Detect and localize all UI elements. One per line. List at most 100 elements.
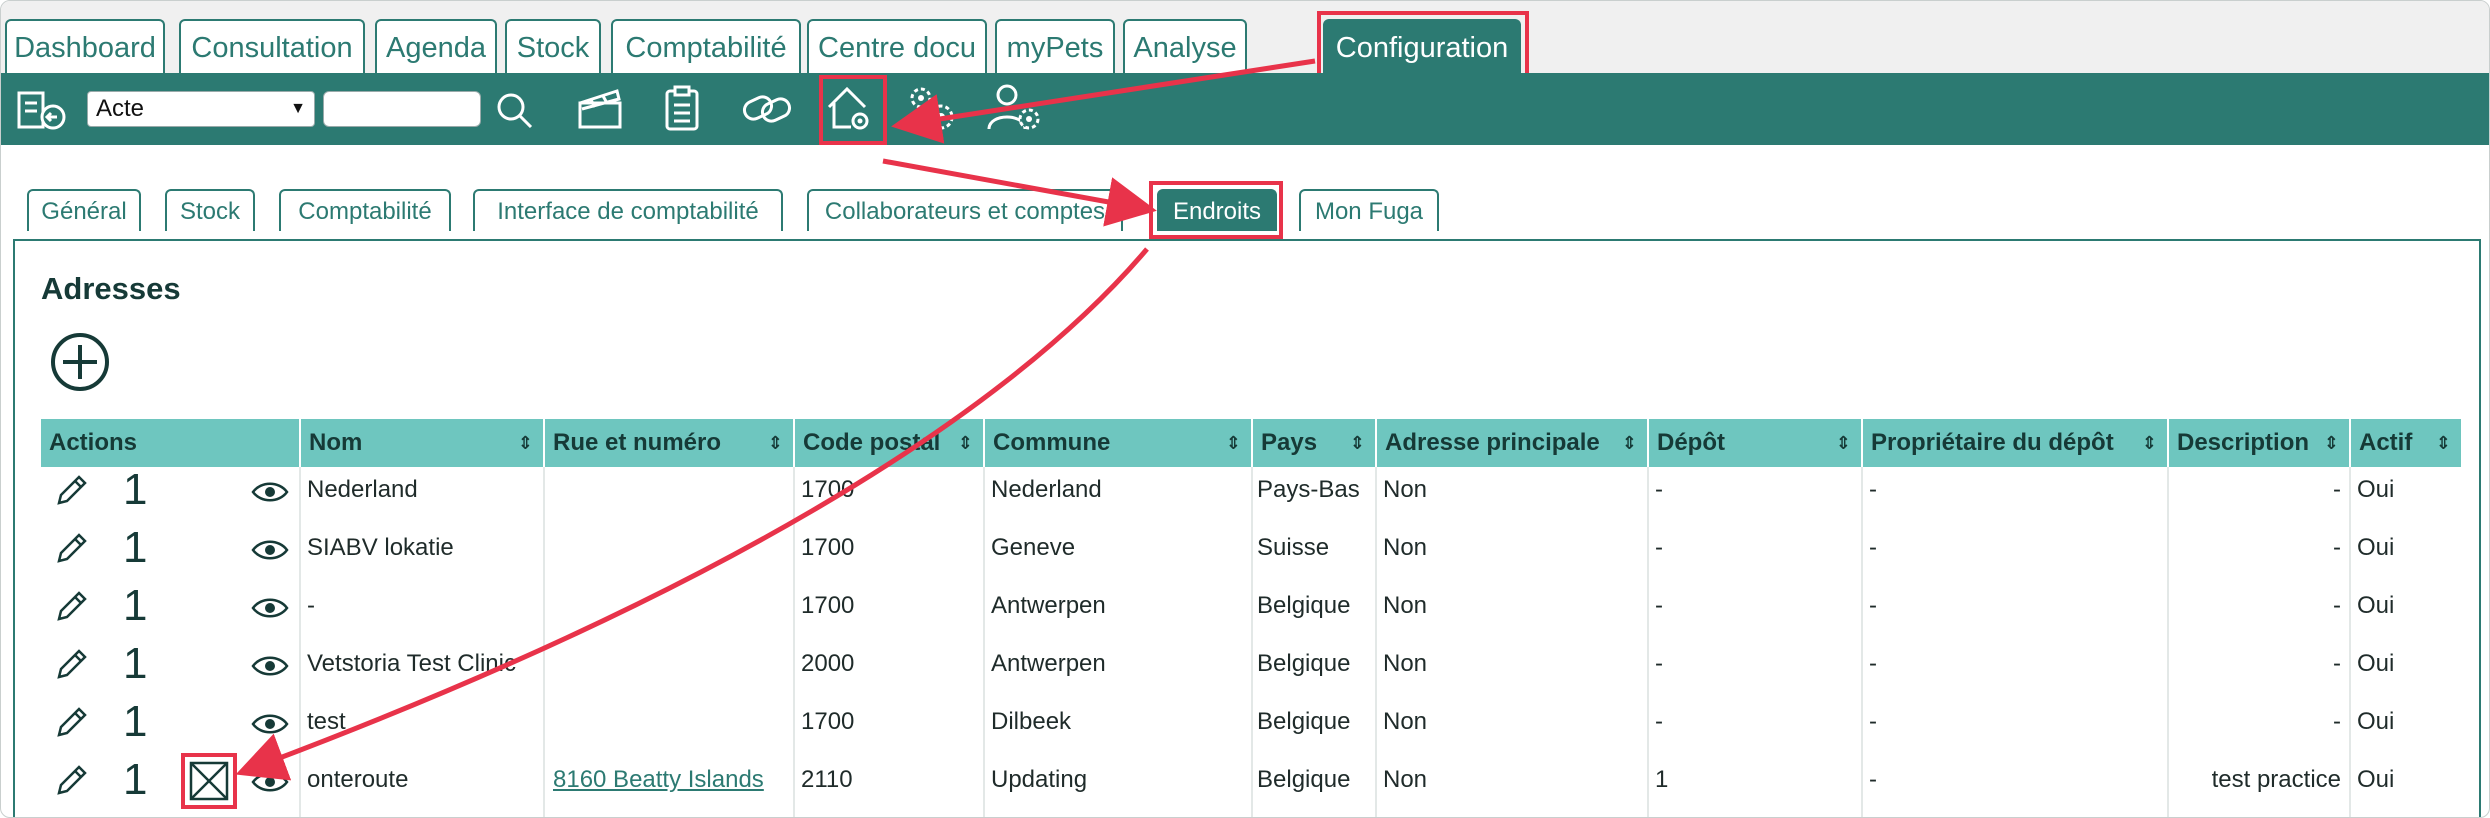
search-input[interactable] [323, 91, 481, 127]
row-count: 1 [123, 465, 148, 514]
sort-icon: ⇕ [767, 433, 783, 453]
cell-adresse-principale: Non [1383, 534, 1428, 561]
sort-icon: ⇕ [2141, 433, 2157, 453]
cell-nom: onteroute [307, 766, 409, 793]
cell-actif: Oui [2357, 476, 2395, 503]
col-header-commune[interactable]: Commune ⇕ [983, 419, 1251, 467]
chevron-down-icon: ▼ [290, 100, 306, 117]
home-settings-icon[interactable] [825, 83, 873, 133]
cell-commune: Nederland [991, 476, 1102, 503]
pencil-icon[interactable] [53, 703, 91, 741]
row-count: 1 [123, 581, 148, 630]
table-row [41, 577, 2461, 635]
eye-icon[interactable] [251, 537, 289, 563]
sort-icon: ⇕ [1349, 433, 1365, 453]
sort-icon: ⇕ [1835, 433, 1851, 453]
subtab-interface-comptabilite[interactable]: Interface de comptabilité [473, 189, 783, 231]
tab-stock[interactable]: Stock [505, 19, 601, 73]
eye-icon[interactable] [251, 479, 289, 505]
type-select[interactable]: Acte ▼ [87, 91, 315, 127]
pencil-icon[interactable] [53, 645, 91, 683]
pencil-icon[interactable] [53, 471, 91, 509]
cell-pays: Pays-Bas [1257, 476, 1360, 503]
search-icon[interactable] [495, 91, 535, 131]
cell-actif: Oui [2357, 650, 2395, 677]
cell-depot: - [1655, 476, 1663, 503]
cell-pays: Belgique [1257, 708, 1351, 735]
tab-comptabilite[interactable]: Comptabilité [611, 19, 801, 73]
subtab-general[interactable]: Général [27, 189, 141, 231]
col-header-nom[interactable]: Nom ⇕ [299, 419, 543, 467]
pencil-icon[interactable] [53, 761, 91, 799]
clipboard-icon[interactable] [663, 85, 701, 131]
cell-description: - [2333, 650, 2341, 677]
cell-pays: Suisse [1257, 534, 1330, 561]
cell-rue[interactable]: 8160 Beatty Islands [553, 751, 764, 809]
cell-proprietaire: - [1869, 766, 1877, 793]
col-header-description[interactable]: Description ⇕ [2167, 419, 2349, 467]
row-count: 1 [123, 523, 148, 572]
cell-adresse-principale: Non [1383, 708, 1428, 735]
cell-actif: Oui [2357, 534, 2395, 561]
sort-icon: ⇕ [1225, 433, 1241, 453]
delete-x-icon[interactable] [189, 761, 229, 801]
cell-nom: SIABV lokatie [307, 534, 454, 561]
tab-analyse[interactable]: Analyse [1123, 19, 1247, 73]
tab-centre-docu[interactable]: Centre docu [807, 19, 987, 73]
subtab-stock[interactable]: Stock [165, 189, 255, 231]
back-list-icon[interactable] [17, 89, 67, 133]
cell-nom: - [307, 592, 315, 619]
cell-code-postal: 2000 [801, 650, 855, 677]
eye-icon[interactable] [251, 769, 289, 795]
cell-commune: Antwerpen [991, 592, 1106, 619]
cell-description: - [2333, 708, 2341, 735]
user-settings-icon[interactable] [985, 83, 1045, 133]
eye-icon[interactable] [251, 595, 289, 621]
tab-dashboard[interactable]: Dashboard [5, 19, 165, 73]
col-header-actions: Actions [49, 429, 138, 456]
cell-commune: Geneve [991, 534, 1076, 561]
cell-adresse-principale: Non [1383, 476, 1428, 503]
cell-code-postal: 1700 [801, 534, 855, 561]
col-header-pays[interactable]: Pays ⇕ [1251, 419, 1375, 467]
link-icon[interactable] [741, 89, 793, 129]
tab-agenda[interactable]: Agenda [375, 19, 497, 73]
col-header-depot[interactable]: Dépôt ⇕ [1647, 419, 1861, 467]
cell-code-postal: 2110 [801, 766, 853, 793]
sort-icon: ⇕ [2323, 433, 2339, 453]
tab-configuration[interactable]: Configuration [1323, 19, 1521, 73]
cell-depot: - [1655, 534, 1663, 561]
subtab-endroits[interactable]: Endroits [1157, 189, 1277, 231]
sort-icon: ⇕ [957, 433, 973, 453]
cell-description: - [2333, 534, 2341, 561]
col-header-actif[interactable]: Actif ⇕ [2349, 419, 2461, 467]
subtab-mon-fuga[interactable]: Mon Fuga [1299, 189, 1439, 231]
pencil-icon[interactable] [53, 587, 91, 625]
cell-proprietaire: - [1869, 476, 1877, 503]
pencil-icon[interactable] [53, 529, 91, 567]
cell-proprietaire: - [1869, 708, 1877, 735]
cell-commune: Antwerpen [991, 650, 1106, 677]
add-circle-icon[interactable] [49, 331, 111, 393]
cell-adresse-principale: Non [1383, 592, 1428, 619]
subtab-comptabilite[interactable]: Comptabilité [279, 189, 451, 231]
col-header-adresse-principale[interactable]: Adresse principale ⇕ [1375, 419, 1647, 467]
gears-icon[interactable] [903, 83, 959, 133]
eye-icon[interactable] [251, 711, 289, 737]
tab-consultation[interactable]: Consultation [179, 19, 365, 73]
col-header-code-postal[interactable]: Code postal ⇕ [793, 419, 983, 467]
cell-proprietaire: - [1869, 534, 1877, 561]
cell-code-postal: 1700 [801, 708, 855, 735]
cell-description: - [2333, 476, 2341, 503]
tab-mypets[interactable]: myPets [995, 19, 1115, 73]
cell-adresse-principale: Non [1383, 650, 1428, 677]
clapperboard-icon[interactable] [577, 87, 623, 129]
eye-icon[interactable] [251, 653, 289, 679]
row-count: 1 [123, 639, 148, 688]
cell-pays: Belgique [1257, 650, 1351, 677]
col-header-proprietaire[interactable]: Propriétaire du dépôt ⇕ [1861, 419, 2167, 467]
subtab-collaborateurs[interactable]: Collaborateurs et comptes [807, 189, 1123, 231]
sort-icon: ⇕ [517, 433, 533, 453]
cell-commune: Updating [991, 766, 1088, 793]
col-header-rue[interactable]: Rue et numéro ⇕ [543, 419, 793, 467]
